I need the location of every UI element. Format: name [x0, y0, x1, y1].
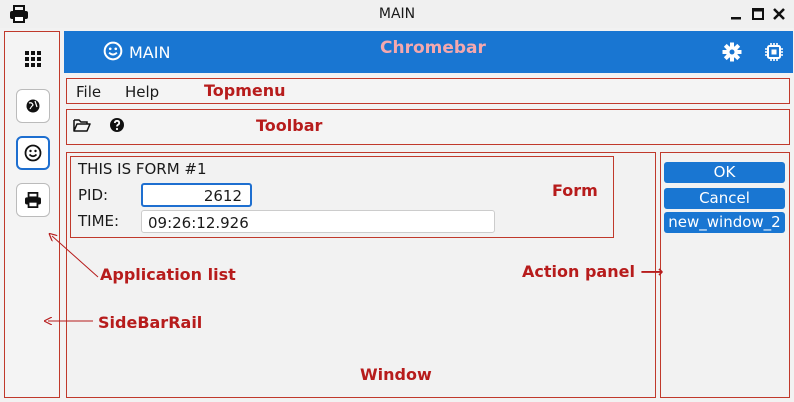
apps-grid-icon: [25, 51, 41, 67]
close-button[interactable]: [771, 6, 787, 22]
folder-open-icon[interactable]: [73, 117, 91, 133]
window-title: MAIN: [378, 6, 416, 22]
sidebar-item-smiley[interactable]: [16, 136, 50, 170]
ok-button[interactable]: OK: [664, 162, 785, 183]
topmenu: [66, 78, 790, 104]
minimize-button[interactable]: [728, 6, 744, 22]
new-window-button[interactable]: new_window_2: [664, 212, 785, 233]
application-list-annotation: Application list: [100, 265, 236, 284]
pid-field[interactable]: [141, 183, 252, 207]
menu-item-help[interactable]: Help: [125, 83, 159, 101]
maximize-button[interactable]: [750, 6, 766, 22]
smiley-icon: [103, 41, 123, 61]
sidebar-item-apps[interactable]: [16, 42, 50, 76]
time-field[interactable]: [141, 210, 495, 233]
pid-label: PID:: [78, 186, 109, 204]
chromebar-annotation: Chromebar: [380, 38, 486, 58]
cancel-button[interactable]: Cancel: [664, 188, 785, 209]
sidebar-item-globe[interactable]: [16, 89, 50, 123]
printer-icon: [25, 192, 41, 208]
menu-item-file[interactable]: File: [76, 83, 101, 101]
sidebar-item-print[interactable]: [16, 183, 50, 217]
chip-icon[interactable]: [763, 41, 785, 63]
chromebar-title: MAIN: [129, 43, 171, 62]
window-annotation: Window: [360, 365, 432, 384]
help-icon[interactable]: [109, 117, 125, 133]
sidebar-rail-annotation: SideBarRail: [98, 313, 203, 332]
toolbar-annotation: Toolbar: [256, 116, 323, 135]
topmenu-annotation: Topmenu: [204, 81, 286, 100]
globe-icon: [26, 99, 40, 113]
toolbar: [66, 109, 790, 145]
form-title: THIS IS FORM #1: [78, 160, 207, 178]
gear-icon[interactable]: [721, 41, 743, 63]
smiley-icon: [24, 144, 42, 162]
time-label: TIME:: [78, 212, 120, 230]
action-panel-annotation: Action panel ⟶: [522, 262, 664, 281]
right-arrow-icon: ⟶: [640, 262, 664, 281]
form-annotation: Form: [552, 181, 598, 200]
